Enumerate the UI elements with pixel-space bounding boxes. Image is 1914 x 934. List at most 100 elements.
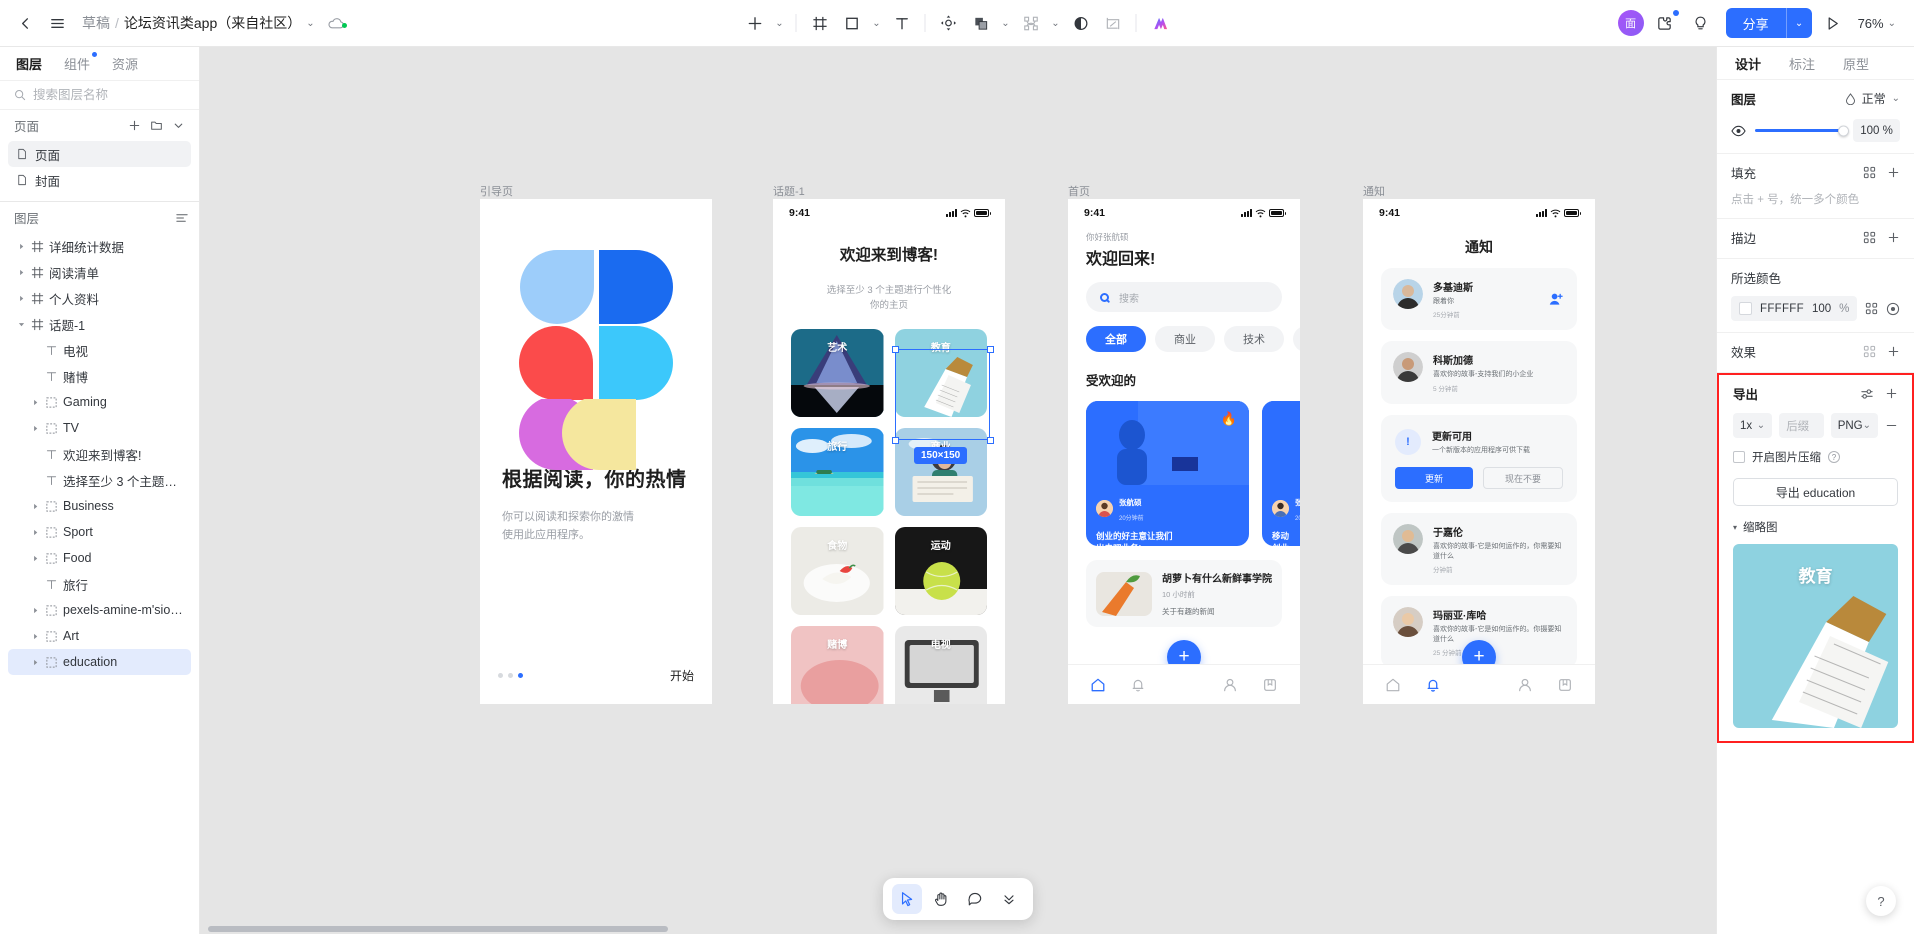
page-item-page[interactable]: 页面 <box>8 141 191 167</box>
topic-card-education[interactable]: 教育 <box>894 329 987 418</box>
search-input[interactable] <box>33 88 185 102</box>
layer-search-bar[interactable] <box>0 80 199 110</box>
comment-bubble-icon[interactable] <box>960 884 990 914</box>
export-compress-row[interactable]: 开启图片压缩 ? <box>1733 449 1898 465</box>
layer-row[interactable]: Gaming <box>8 389 191 415</box>
chevron-right-icon[interactable] <box>28 425 42 432</box>
chip-all[interactable]: 全部 <box>1086 326 1146 352</box>
chevron-down-icon[interactable] <box>14 321 28 328</box>
layer-row[interactable]: Food <box>8 545 191 571</box>
chip-business[interactable]: 商业 <box>1155 326 1215 352</box>
style-library-icon-color[interactable] <box>1865 302 1878 315</box>
layer-row[interactable]: 话题-1 <box>8 311 191 337</box>
notification-item-2[interactable]: 科斯加德 喜欢你的故事-支持我们的小企业 5 分钟前 <box>1381 341 1577 404</box>
selection-handle-bl[interactable] <box>892 437 899 444</box>
layer-row[interactable]: education <box>8 649 191 675</box>
cursor-arrow-icon[interactable] <box>892 884 922 914</box>
shape-tool[interactable] <box>837 8 867 38</box>
layer-row[interactable]: Art <box>8 623 191 649</box>
style-library-icon-fill[interactable] <box>1863 166 1876 179</box>
add-fill-button[interactable] <box>1887 166 1900 179</box>
zoom-control[interactable]: 76% ⌄ <box>1854 16 1900 31</box>
crop-slice-icon[interactable] <box>1098 8 1128 38</box>
topic-card-art[interactable]: 艺术 <box>791 329 884 418</box>
hand-icon[interactable] <box>926 884 956 914</box>
layer-row[interactable]: 电视 <box>8 337 191 363</box>
topic-card-tv[interactable]: 电视 <box>894 626 987 704</box>
tab-design[interactable]: 设计 <box>1735 54 1761 73</box>
chip-culture[interactable]: 文 <box>1293 326 1300 352</box>
home-icon-notif[interactable] <box>1385 677 1401 693</box>
home-search-bar[interactable]: 搜索 <box>1086 282 1282 312</box>
chip-tech[interactable]: 技术 <box>1224 326 1284 352</box>
chevron-down-icon[interactable]: ⌄ <box>306 18 314 29</box>
bookmark-icon[interactable] <box>1262 677 1278 693</box>
selection-handle-tl[interactable] <box>892 346 899 353</box>
add-page-button[interactable] <box>123 115 145 137</box>
lightbulb-icon[interactable] <box>1686 8 1716 38</box>
frame-label-onboarding[interactable]: 引导页 <box>480 183 513 199</box>
chevron-right-icon[interactable] <box>28 399 42 406</box>
layer-row[interactable]: 选择至少 3 个主题进行个性... <box>8 467 191 493</box>
frame-label-notification[interactable]: 通知 <box>1363 183 1385 199</box>
plugin-icon[interactable] <box>1650 8 1680 38</box>
bell-icon[interactable] <box>1130 677 1146 693</box>
tab-layers[interactable]: 图层 <box>16 54 42 73</box>
user-avatar[interactable]: 面 <box>1617 10 1644 36</box>
design-canvas[interactable]: 引导页 根据阅读，你的热情 你可以阅读和探索你的激情 使用此应用程序。 开始 话… <box>200 47 1716 934</box>
bell-icon-notif[interactable] <box>1425 677 1441 693</box>
style-library-icon-effect[interactable] <box>1863 345 1876 358</box>
export-button[interactable]: 导出 education <box>1733 478 1898 506</box>
color-picker-icon[interactable] <box>1886 302 1900 316</box>
home-icon[interactable] <box>1090 677 1106 693</box>
notification-item-1[interactable]: 多基迪斯 跟着你 25分钟前 <box>1381 268 1577 331</box>
selection-handle-br[interactable] <box>987 437 994 444</box>
color-hex-value[interactable]: FFFFFF <box>1760 303 1804 315</box>
breadcrumb[interactable]: 草稿 / 论坛资讯类app（来自社区） ⌄ <box>82 13 315 33</box>
question-circle-icon[interactable]: ? <box>1828 451 1840 463</box>
color-opacity-value[interactable]: 100 <box>1812 303 1831 315</box>
add-person-icon[interactable] <box>1549 293 1563 306</box>
layer-row[interactable]: 个人资料 <box>8 285 191 311</box>
update-primary-button[interactable]: 更新 <box>1395 467 1473 490</box>
boolean-union-icon[interactable] <box>966 8 996 38</box>
layers-tree[interactable]: 详细统计数据 阅读清单 个人资料 话题-1 电视 赌博 Gaming TV 欢迎来到博客! 选择至… <box>0 233 199 934</box>
ai-sparkle-icon[interactable] <box>1145 8 1175 38</box>
boolean-tool-caret[interactable]: ⌄ <box>998 9 1014 37</box>
add-tool-caret[interactable]: ⌄ <box>772 9 788 37</box>
breadcrumb-draft[interactable]: 草稿 <box>82 13 110 33</box>
opacity-slider[interactable] <box>1755 125 1849 136</box>
tab-components[interactable]: 组件 <box>64 52 98 73</box>
layer-row[interactable]: 旅行 <box>8 571 191 597</box>
compress-checkbox[interactable] <box>1733 451 1745 463</box>
pagination-dots[interactable] <box>498 673 523 678</box>
pages-collapse-icon[interactable] <box>167 115 189 137</box>
move-target-icon[interactable] <box>934 8 964 38</box>
eye-icon[interactable] <box>1731 125 1746 137</box>
new-folder-icon[interactable] <box>145 115 167 137</box>
layer-row[interactable]: Business <box>8 493 191 519</box>
home-news-item[interactable]: 胡萝卜有什么新鲜事学院 10 小时前 关于有趣的新闻 <box>1086 560 1282 627</box>
layer-row[interactable]: 欢迎来到博客! <box>8 441 191 467</box>
topic-card-travel[interactable]: 旅行 <box>791 428 884 517</box>
play-preview-icon[interactable] <box>1818 8 1848 38</box>
topic-card-business[interactable]: 商业 <box>894 428 987 517</box>
blend-mode-selector[interactable]: 正常 ⌄ <box>1845 90 1900 107</box>
sliders-icon[interactable] <box>1860 387 1874 401</box>
artboard-home[interactable]: 9:41 你好张航硕 欢迎回来! 搜索 全部 商业 技术 受欢迎的 🔥 张航硕 … <box>1068 199 1300 704</box>
topic-card-food[interactable]: 食物 <box>791 527 884 616</box>
opacity-slider-knob[interactable] <box>1838 125 1849 136</box>
canvas-horizontal-scrollbar[interactable] <box>208 926 668 932</box>
bookmark-icon-notif[interactable] <box>1557 677 1573 693</box>
layer-row[interactable]: Sport <box>8 519 191 545</box>
share-dropdown-caret[interactable]: ⌄ <box>1785 8 1812 38</box>
export-scale-select[interactable]: 1x ⌄ <box>1733 413 1773 438</box>
chevron-right-icon[interactable] <box>28 607 42 614</box>
chevron-right-icon[interactable] <box>28 503 42 510</box>
frame-label-topic[interactable]: 话题-1 <box>773 183 805 199</box>
chevron-right-icon[interactable] <box>14 243 28 250</box>
hamburger-menu-icon[interactable] <box>42 8 72 38</box>
artboard-topic[interactable]: 9:41 欢迎来到博客! 选择至少 3 个主题进行个性化 你的主页 艺术 教育 … <box>773 199 1005 704</box>
selection-handle-tr[interactable] <box>987 346 994 353</box>
layer-row[interactable]: 赌博 <box>8 363 191 389</box>
